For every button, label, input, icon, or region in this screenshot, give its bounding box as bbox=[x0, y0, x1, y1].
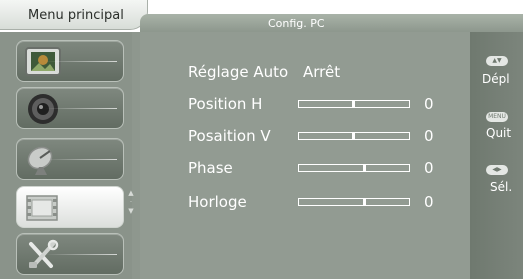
phase-slider[interactable] bbox=[298, 164, 410, 172]
up-down-key-icon: ▲▼ bbox=[486, 56, 508, 66]
v-position-label: Posaition V bbox=[188, 127, 271, 145]
select-hint-label: Sél. bbox=[490, 180, 513, 194]
slider-knob[interactable] bbox=[352, 100, 355, 108]
page-title-bar: Config. PC bbox=[140, 14, 523, 32]
h-position-row[interactable]: Position H 0 bbox=[188, 95, 458, 115]
chevron-down-icon[interactable]: ▼ bbox=[126, 207, 136, 216]
sidebar-item-sound[interactable] bbox=[16, 87, 124, 129]
slider-knob[interactable] bbox=[363, 198, 366, 206]
left-right-key-icon: ◀▶ bbox=[486, 165, 508, 175]
clock-value: 0 bbox=[424, 193, 434, 211]
quit-hint-label: Quit bbox=[486, 126, 512, 140]
h-position-slider[interactable] bbox=[298, 100, 410, 108]
film-frame-icon bbox=[26, 195, 58, 221]
page-title: Config. PC bbox=[268, 17, 325, 30]
phase-row[interactable]: Phase 0 bbox=[188, 159, 458, 179]
tools-icon bbox=[29, 239, 59, 268]
phase-label: Phase bbox=[188, 159, 233, 177]
speaker-icon bbox=[28, 94, 58, 124]
slider-knob[interactable] bbox=[352, 132, 355, 140]
slider-knob[interactable] bbox=[363, 164, 366, 172]
auto-adjust-row[interactable]: Réglage Auto Arrêt bbox=[188, 63, 458, 83]
main-menu-tab[interactable]: Menu principal bbox=[0, 0, 148, 30]
sidebar-item-channel[interactable] bbox=[16, 138, 124, 180]
sidebar-item-settings[interactable] bbox=[16, 233, 124, 275]
v-position-row[interactable]: Posaition V 0 bbox=[188, 127, 458, 147]
main-menu-title: Menu principal bbox=[28, 8, 124, 23]
h-position-value: 0 bbox=[424, 95, 434, 113]
clock-row[interactable]: Horloge 0 bbox=[188, 193, 458, 213]
satellite-dish-icon bbox=[27, 146, 53, 175]
clock-slider[interactable] bbox=[298, 198, 410, 206]
sidebar-item-picture[interactable] bbox=[16, 40, 124, 82]
phase-value: 0 bbox=[424, 159, 434, 177]
picture-icon bbox=[25, 47, 61, 76]
h-position-label: Position H bbox=[188, 95, 263, 113]
v-position-value: 0 bbox=[424, 127, 434, 145]
v-position-slider[interactable] bbox=[298, 132, 410, 140]
clock-label: Horloge bbox=[188, 193, 247, 211]
chevron-up-icon[interactable]: ▲ bbox=[126, 189, 136, 198]
sidebar-item-pc-setup[interactable] bbox=[16, 186, 124, 228]
top-bar: Menu principal Config. PC bbox=[0, 0, 523, 32]
help-column bbox=[470, 32, 523, 279]
move-hint-label: Dépl bbox=[482, 72, 510, 86]
scroll-arrows[interactable]: ▲ · ▼ bbox=[126, 189, 136, 225]
auto-adjust-value[interactable]: Arrêt bbox=[303, 63, 340, 81]
menu-key-icon: MENU bbox=[486, 112, 508, 122]
auto-adjust-label: Réglage Auto bbox=[188, 63, 289, 81]
